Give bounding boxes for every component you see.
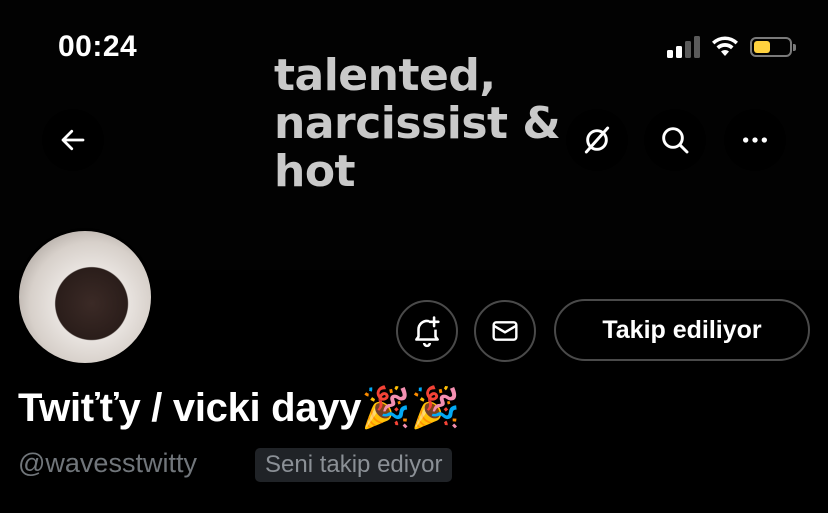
search-button[interactable] (644, 109, 706, 171)
battery-icon (750, 37, 796, 57)
grok-button[interactable] (566, 109, 628, 171)
avatar[interactable] (16, 228, 154, 366)
profile-screen: talented, narcissist & hot 00:24 Takip e… (0, 0, 828, 513)
notifications-button[interactable] (396, 300, 458, 362)
grok-icon (584, 126, 610, 154)
status-time: 00:24 (58, 30, 138, 63)
more-button[interactable] (724, 109, 786, 171)
message-button[interactable] (474, 300, 536, 362)
bell-plus-icon (415, 316, 440, 348)
search-icon (662, 127, 689, 154)
arrow-left-icon (61, 129, 85, 151)
follows-you-badge: Seni takip ediyor (255, 448, 453, 482)
following-button[interactable]: Takip ediliyor (554, 299, 810, 361)
cellular-signal-icon (667, 36, 700, 58)
user-handle: @wavesstwitty (18, 448, 197, 478)
more-horizontal-icon (743, 137, 767, 143)
status-icons (667, 36, 796, 58)
display-name: Twiťťy / vicki dayy🎉🎉 (18, 386, 461, 430)
banner-text: talented, narcissist & hot (274, 50, 561, 197)
envelope-icon (492, 321, 518, 341)
wifi-icon (712, 36, 738, 56)
back-button[interactable] (42, 109, 104, 171)
